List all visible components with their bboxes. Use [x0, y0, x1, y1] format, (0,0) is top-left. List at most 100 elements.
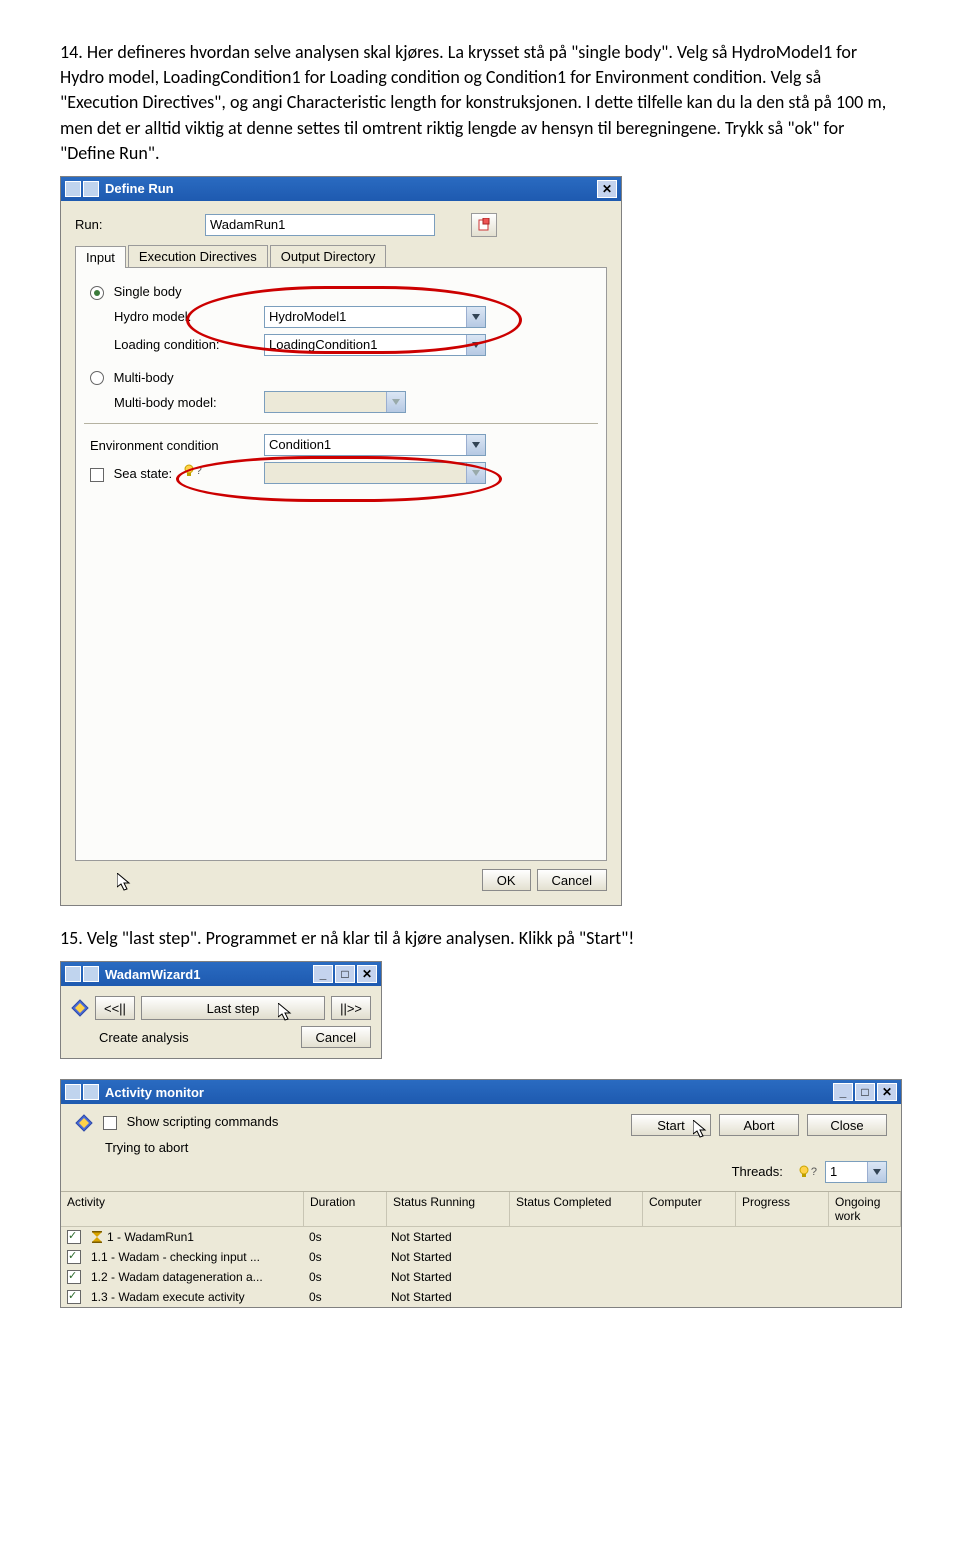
show-scripting-checkbox[interactable]	[103, 1116, 117, 1130]
tab-output-directory[interactable]: Output Directory	[270, 245, 387, 267]
single-body-label: Single body	[114, 284, 182, 299]
wizard-back-button[interactable]: <<||	[95, 996, 135, 1020]
chevron-down-icon	[386, 392, 405, 412]
chevron-down-icon	[466, 463, 485, 483]
minimize-icon[interactable]: _	[313, 965, 333, 983]
chevron-down-icon[interactable]	[466, 435, 485, 455]
activity-ongoing	[823, 1289, 901, 1305]
activity-duration: 0s	[303, 1249, 385, 1265]
activity-row-checkbox[interactable]	[67, 1270, 81, 1284]
wadam-wizard-dialog: WadamWizard1 _ □ ✕ <<|| Last step ||>> C…	[60, 961, 382, 1059]
activity-status-completed	[507, 1289, 639, 1305]
wizard-status-label: Create analysis	[71, 1030, 295, 1045]
col-status-running[interactable]: Status Running	[387, 1192, 510, 1227]
table-row[interactable]: 1.1 - Wadam - checking input ...0sNot St…	[61, 1247, 901, 1267]
table-row[interactable]: 1.2 - Wadam datageneration a...0sNot Sta…	[61, 1267, 901, 1287]
tab-input[interactable]: Input	[75, 246, 126, 268]
multi-body-model-combo	[264, 391, 406, 413]
activity-duration: 0s	[303, 1229, 385, 1245]
app-icon	[65, 966, 99, 982]
multi-body-radio[interactable]	[90, 371, 104, 385]
sea-state-value	[265, 463, 466, 483]
environment-condition-combo[interactable]: Condition1	[264, 434, 486, 456]
col-activity[interactable]: Activity	[61, 1192, 304, 1227]
close-icon[interactable]: ✕	[877, 1083, 897, 1101]
abort-button[interactable]: Abort	[719, 1114, 799, 1136]
col-ongoing[interactable]: Ongoing work	[829, 1192, 901, 1227]
activity-duration: 0s	[303, 1289, 385, 1305]
col-status-completed[interactable]: Status Completed	[510, 1192, 643, 1227]
cursor-icon	[693, 1120, 709, 1140]
titlebar: Activity monitor _ □ ✕	[61, 1080, 901, 1104]
single-body-radio[interactable]	[90, 286, 104, 300]
sea-state-label: Sea state:	[114, 466, 173, 481]
activity-table: Activity Duration Status Running Status …	[61, 1191, 901, 1307]
minimize-icon[interactable]: _	[833, 1083, 853, 1101]
col-computer[interactable]: Computer	[643, 1192, 736, 1227]
wizard-icon	[75, 1114, 93, 1132]
table-row[interactable]: 1.3 - Wadam execute activity0sNot Starte…	[61, 1287, 901, 1307]
maximize-icon[interactable]: □	[335, 965, 355, 983]
tab-bar: Input Execution Directives Output Direct…	[75, 245, 607, 268]
table-row[interactable]: 1 - WadamRun10sNot Started	[61, 1227, 901, 1247]
activity-monitor-dialog: Activity monitor _ □ ✕ Show scripting co…	[60, 1079, 902, 1308]
cursor-icon	[278, 1003, 294, 1023]
table-header: Activity Duration Status Running Status …	[61, 1192, 901, 1227]
help-icon[interactable]: ?	[791, 1165, 817, 1179]
activity-ongoing	[823, 1229, 901, 1245]
run-value-field[interactable]: WadamRun1	[205, 214, 435, 236]
instruction-15: 15. Velg "last step". Programmet er nå k…	[60, 926, 900, 951]
show-scripting-label: Show scripting commands	[127, 1114, 279, 1129]
wizard-step-label: Last step	[207, 1001, 260, 1016]
activity-status-completed	[507, 1229, 639, 1245]
close-icon[interactable]: ✕	[357, 965, 377, 983]
activity-name: 1.2 - Wadam datageneration a...	[91, 1270, 263, 1284]
activity-row-checkbox[interactable]	[67, 1250, 81, 1264]
activity-status-running: Not Started	[385, 1269, 507, 1285]
titlebar: WadamWizard1 _ □ ✕	[61, 962, 381, 986]
col-duration[interactable]: Duration	[304, 1192, 387, 1227]
chevron-down-icon[interactable]	[466, 335, 485, 355]
sea-state-checkbox[interactable]	[90, 468, 104, 482]
dialog-title: Define Run	[105, 181, 595, 196]
cancel-button[interactable]: Cancel	[537, 869, 607, 891]
threads-combo[interactable]: 1	[825, 1161, 887, 1183]
wizard-step-button[interactable]: Last step	[141, 996, 325, 1020]
activity-progress	[731, 1249, 823, 1265]
multi-body-model-value	[265, 392, 386, 412]
maximize-icon[interactable]: □	[855, 1083, 875, 1101]
define-run-dialog: Define Run ✕ Run: WadamRun1 Input Execut…	[60, 176, 622, 906]
activity-computer	[639, 1229, 731, 1245]
activity-name: 1.1 - Wadam - checking input ...	[91, 1250, 260, 1264]
loading-condition-combo[interactable]: LoadingCondition1	[264, 334, 486, 356]
chevron-down-icon[interactable]	[466, 307, 485, 327]
ok-button[interactable]: OK	[482, 869, 531, 891]
hydro-model-label: Hydro model:	[90, 309, 264, 324]
multi-body-label: Multi-body	[114, 370, 174, 385]
activity-progress	[731, 1229, 823, 1245]
col-progress[interactable]: Progress	[736, 1192, 829, 1227]
loading-condition-value: LoadingCondition1	[265, 335, 466, 355]
close-icon[interactable]: ✕	[597, 180, 617, 198]
activity-row-checkbox[interactable]	[67, 1230, 81, 1244]
activity-progress	[731, 1269, 823, 1285]
environment-condition-label: Environment condition	[90, 438, 264, 453]
activity-computer	[639, 1289, 731, 1305]
activity-computer	[639, 1249, 731, 1265]
close-button[interactable]: Close	[807, 1114, 887, 1136]
chevron-down-icon[interactable]	[867, 1162, 886, 1182]
tab-execution-directives[interactable]: Execution Directives	[128, 245, 268, 267]
help-icon[interactable]: ?	[176, 464, 202, 478]
titlebar: Define Run ✕	[61, 177, 621, 201]
threads-label: Threads:	[732, 1164, 783, 1179]
app-icon	[65, 1084, 99, 1100]
wizard-forward-button[interactable]: ||>>	[331, 996, 371, 1020]
sea-state-combo	[264, 462, 486, 484]
hydro-model-combo[interactable]: HydroModel1	[264, 306, 486, 328]
activity-row-checkbox[interactable]	[67, 1290, 81, 1304]
multi-body-model-label: Multi-body model:	[90, 395, 264, 410]
new-run-button[interactable]	[471, 213, 497, 237]
wizard-cancel-button[interactable]: Cancel	[301, 1026, 371, 1048]
hydro-model-value: HydroModel1	[265, 307, 466, 327]
activity-computer	[639, 1269, 731, 1285]
